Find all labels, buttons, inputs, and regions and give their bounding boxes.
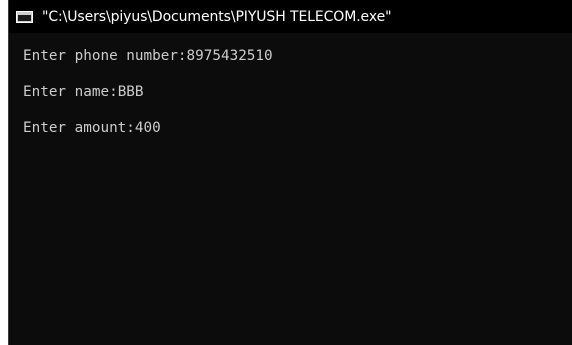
phone-value: 8975432510 [186,48,273,64]
name-value: BBB [117,84,144,100]
console-line-name: Enter name:BBB [23,83,572,101]
console-window: "C:\Users\piyus\Documents\PIYUSH TELECOM… [8,0,572,345]
phone-prompt: Enter phone number: [23,48,187,64]
console-app-icon[interactable] [16,10,33,23]
amount-prompt: Enter amount: [23,120,135,136]
console-output[interactable]: Enter phone number:8975432510 Enter name… [9,33,572,137]
console-line-amount: Enter amount:400 [23,119,572,137]
amount-value: 400 [134,120,161,136]
window-title: "C:\Users\piyus\Documents\PIYUSH TELECOM… [42,8,392,25]
console-line-phone: Enter phone number:8975432510 [23,47,572,65]
title-bar[interactable]: "C:\Users\piyus\Documents\PIYUSH TELECOM… [9,0,572,33]
name-prompt: Enter name: [23,84,118,100]
